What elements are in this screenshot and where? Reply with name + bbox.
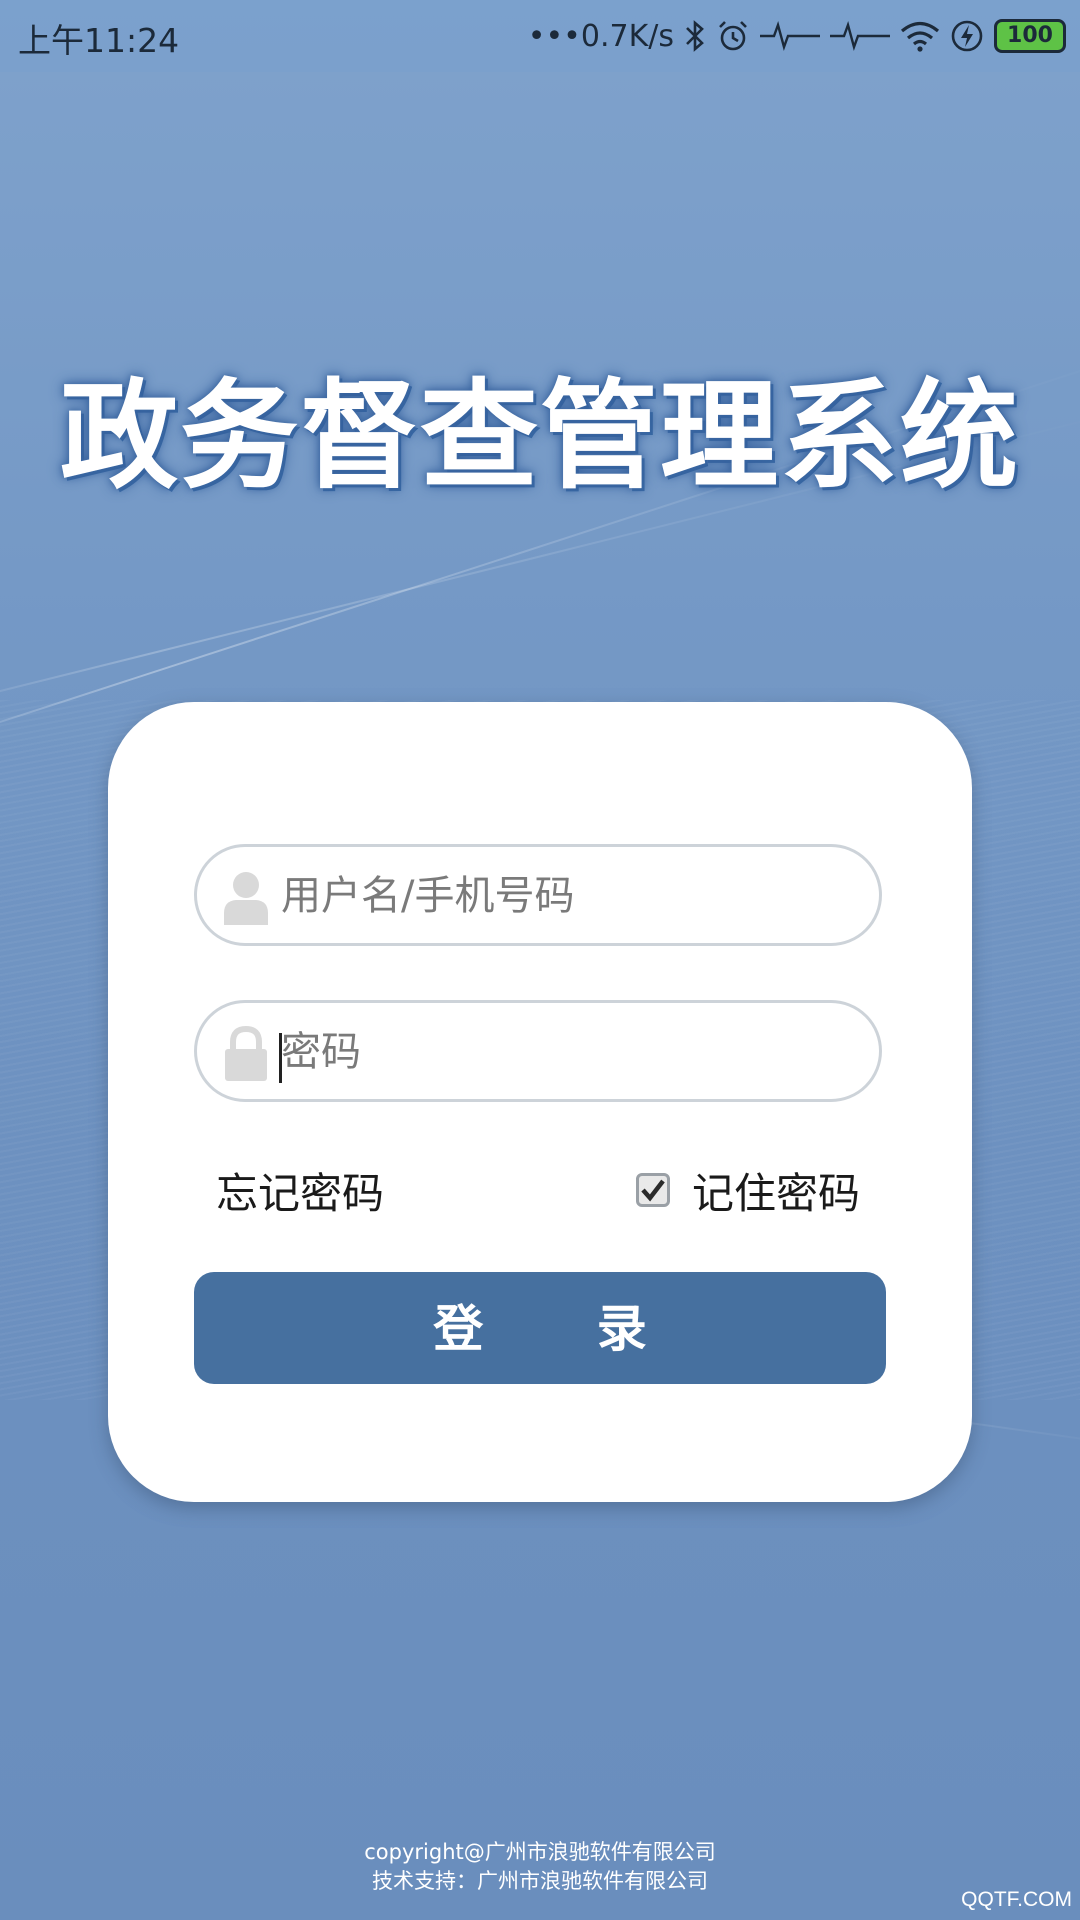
password-input[interactable] (281, 1013, 861, 1091)
login-card: 忘记密码 记住密码 登 录 (108, 702, 972, 1502)
copyright-text: copyright@广州市浪驰软件有限公司 (364, 1840, 716, 1864)
footer: copyright@广州市浪驰软件有限公司 技术支持：广州市浪驰软件有限公司 (0, 1838, 1080, 1896)
activity-icon (830, 21, 890, 51)
support-text: 技术支持：广州市浪驰软件有限公司 (372, 1869, 708, 1893)
status-time: 上午11:24 (18, 21, 180, 60)
alarm-icon (716, 19, 750, 53)
username-input[interactable] (281, 857, 861, 935)
charging-icon (950, 19, 984, 53)
forgot-password-link[interactable]: 忘记密码 (216, 1160, 384, 1221)
remember-checkbox[interactable] (636, 1173, 670, 1207)
network-speed: •••0.7K/s (527, 18, 674, 54)
remember-password-toggle[interactable]: 记住密码 (636, 1160, 860, 1220)
checkmark-icon (641, 1179, 665, 1202)
bluetooth-icon (684, 19, 706, 53)
password-field[interactable] (194, 1000, 882, 1102)
login-screen: 上午11:24 •••0.7K/s 100 政务督查管理系统 用户名/手机号码 … (0, 0, 1080, 1920)
activity-icon (760, 21, 820, 51)
lock-icon (221, 1025, 271, 1081)
status-icons: •••0.7K/s 100 (528, 10, 1066, 62)
status-bar: 上午11:24 •••0.7K/s 100 (0, 0, 1080, 72)
username-field[interactable] (194, 844, 882, 946)
remember-password-label: 记住密码 (692, 1168, 861, 1218)
user-icon (221, 869, 271, 925)
wifi-icon (900, 20, 940, 52)
app-title: 政务督查管理系统 (59, 367, 1020, 505)
login-button[interactable]: 登 录 (194, 1272, 886, 1384)
battery-icon: 100 (994, 19, 1066, 53)
watermark-text: QQTF.COM (961, 1888, 1072, 1911)
